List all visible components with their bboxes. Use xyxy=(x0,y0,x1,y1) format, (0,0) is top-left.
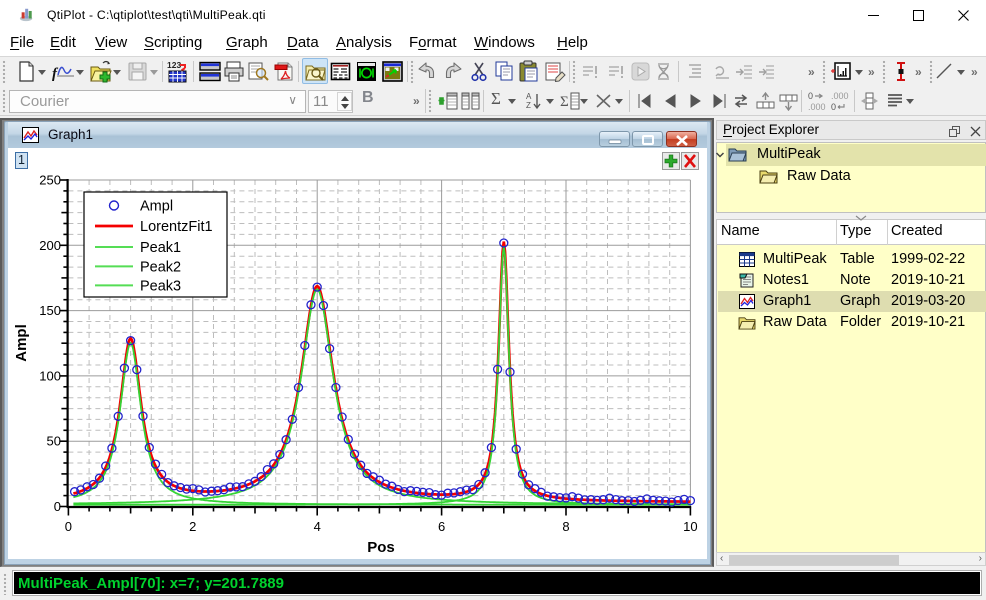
svg-text:Ampl: Ampl xyxy=(140,199,173,215)
svg-text:Peak1: Peak1 xyxy=(140,240,181,256)
svg-text:Peak2: Peak2 xyxy=(140,259,181,275)
svg-text:8: 8 xyxy=(562,519,569,534)
svg-text:2: 2 xyxy=(189,519,196,534)
svg-text:0: 0 xyxy=(54,499,61,514)
svg-text:Pos: Pos xyxy=(367,539,395,556)
svg-text:150: 150 xyxy=(39,303,61,318)
svg-text:Ampl: Ampl xyxy=(13,324,30,362)
svg-text:100: 100 xyxy=(39,368,61,383)
svg-text:50: 50 xyxy=(47,434,61,449)
svg-text:0: 0 xyxy=(65,519,72,534)
svg-text:Peak3: Peak3 xyxy=(140,278,181,294)
svg-text:LorentzFit1: LorentzFit1 xyxy=(140,219,213,235)
svg-text:6: 6 xyxy=(438,519,445,534)
svg-text:10: 10 xyxy=(683,519,697,534)
svg-text:250: 250 xyxy=(39,173,61,188)
svg-text:4: 4 xyxy=(314,519,321,534)
svg-text:200: 200 xyxy=(39,238,61,253)
